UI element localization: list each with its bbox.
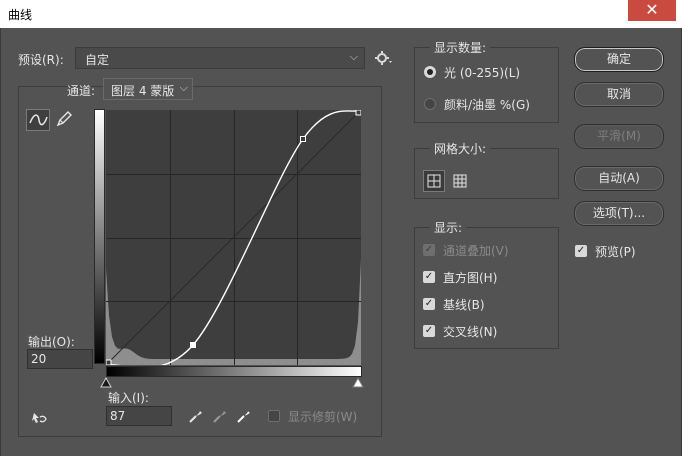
preview-checkbox[interactable]: ✓ — [575, 245, 587, 257]
display-amount-title: 显示数量: — [430, 39, 491, 56]
options-button[interactable]: 选项(T)... — [574, 201, 664, 226]
eyedropper-white-icon — [237, 410, 251, 423]
output-gradient-bar — [94, 109, 105, 364]
simple-grid-button[interactable] — [423, 170, 445, 192]
output-field[interactable]: 20 — [27, 349, 93, 369]
pigment-radio[interactable] — [424, 98, 436, 110]
curve-graph-canvas[interactable] — [106, 110, 361, 365]
gray-eyedropper[interactable] — [211, 407, 229, 425]
pencil-icon — [56, 111, 72, 127]
preset-label: 预设(R): — [18, 53, 64, 67]
close-icon: ✕ — [645, 0, 659, 19]
cancel-button[interactable]: 取消 — [574, 82, 664, 107]
preset-value: 自定 — [85, 53, 110, 67]
black-point-slider[interactable] — [100, 376, 112, 389]
chevron-down-icon: ⌵ — [349, 50, 358, 63]
intersection-line-checkbox[interactable]: ✓ — [423, 325, 435, 337]
window-title: 曲线 — [8, 8, 33, 22]
curve-point[interactable] — [355, 110, 361, 116]
histogram-checkbox[interactable]: ✓ — [423, 271, 435, 283]
preset-options-button[interactable] — [374, 49, 394, 67]
eyedropper-gray-icon — [213, 411, 226, 423]
light-radio[interactable] — [424, 66, 436, 78]
curve-point[interactable] — [106, 359, 112, 365]
triangle-up-icon — [100, 376, 112, 388]
show-title: 显示: — [430, 219, 467, 236]
pigment-radio-label: 颜料/油墨 %(G) — [444, 98, 530, 112]
grid-size-title: 网格大小: — [430, 140, 491, 157]
histogram-label: 直方图(H) — [443, 271, 498, 285]
input-field[interactable]: 87 — [106, 406, 172, 426]
chevron-down-icon: ⌵ — [179, 81, 188, 94]
gear-icon — [375, 51, 392, 65]
triangle-up-icon — [352, 376, 364, 388]
preset-dropdown[interactable]: 自定 ⌵ — [75, 47, 365, 69]
curve-graph[interactable] — [106, 110, 361, 365]
detailed-grid-button[interactable] — [450, 171, 470, 191]
hand-target-icon — [32, 413, 47, 423]
eyedropper-black-icon — [189, 411, 202, 423]
preview-label: 预览(P) — [595, 245, 636, 259]
light-radio-label: 光 (0-255)(L) — [444, 66, 521, 80]
smooth-button[interactable]: 平滑(M) — [574, 124, 664, 149]
channel-value: 图层 4 蒙版 — [111, 84, 175, 98]
channel-label: 通道: — [67, 84, 96, 98]
show-clipping-label: 显示修剪(W) — [288, 410, 358, 424]
auto-button[interactable]: 自动(A) — [574, 166, 664, 191]
white-point-slider[interactable] — [352, 376, 364, 389]
ok-button[interactable]: 确定 — [574, 47, 664, 72]
grid-4x4-icon — [427, 174, 441, 188]
title-bar — [0, 0, 682, 28]
intersection-line-label: 交叉线(N) — [443, 325, 498, 339]
curve-point[interactable] — [300, 136, 306, 142]
channel-overlays-label: 通道叠加(V) — [443, 244, 509, 258]
curve-point-selected[interactable] — [190, 342, 196, 348]
black-eyedropper[interactable] — [187, 407, 205, 425]
input-gradient-bar — [106, 366, 362, 377]
show-clipping-checkbox[interactable] — [268, 410, 280, 422]
close-button[interactable]: ✕ — [628, 0, 676, 21]
white-eyedropper[interactable] — [235, 407, 253, 425]
target-adjust-tool[interactable] — [28, 409, 50, 427]
channel-overlays-checkbox[interactable]: ✓ — [423, 244, 435, 256]
input-label: 输入(I): — [108, 391, 149, 405]
pencil-tool[interactable] — [54, 109, 74, 129]
channel-dropdown[interactable]: 图层 4 蒙版 ⌵ — [103, 78, 193, 100]
curve-edit-tool[interactable] — [26, 109, 50, 131]
baseline-checkbox[interactable]: ✓ — [423, 298, 435, 310]
curve-points-icon — [29, 114, 48, 126]
baseline-label: 基线(B) — [443, 298, 485, 312]
output-label: 输出(O): — [28, 335, 75, 349]
grid-10x10-icon — [453, 174, 467, 188]
